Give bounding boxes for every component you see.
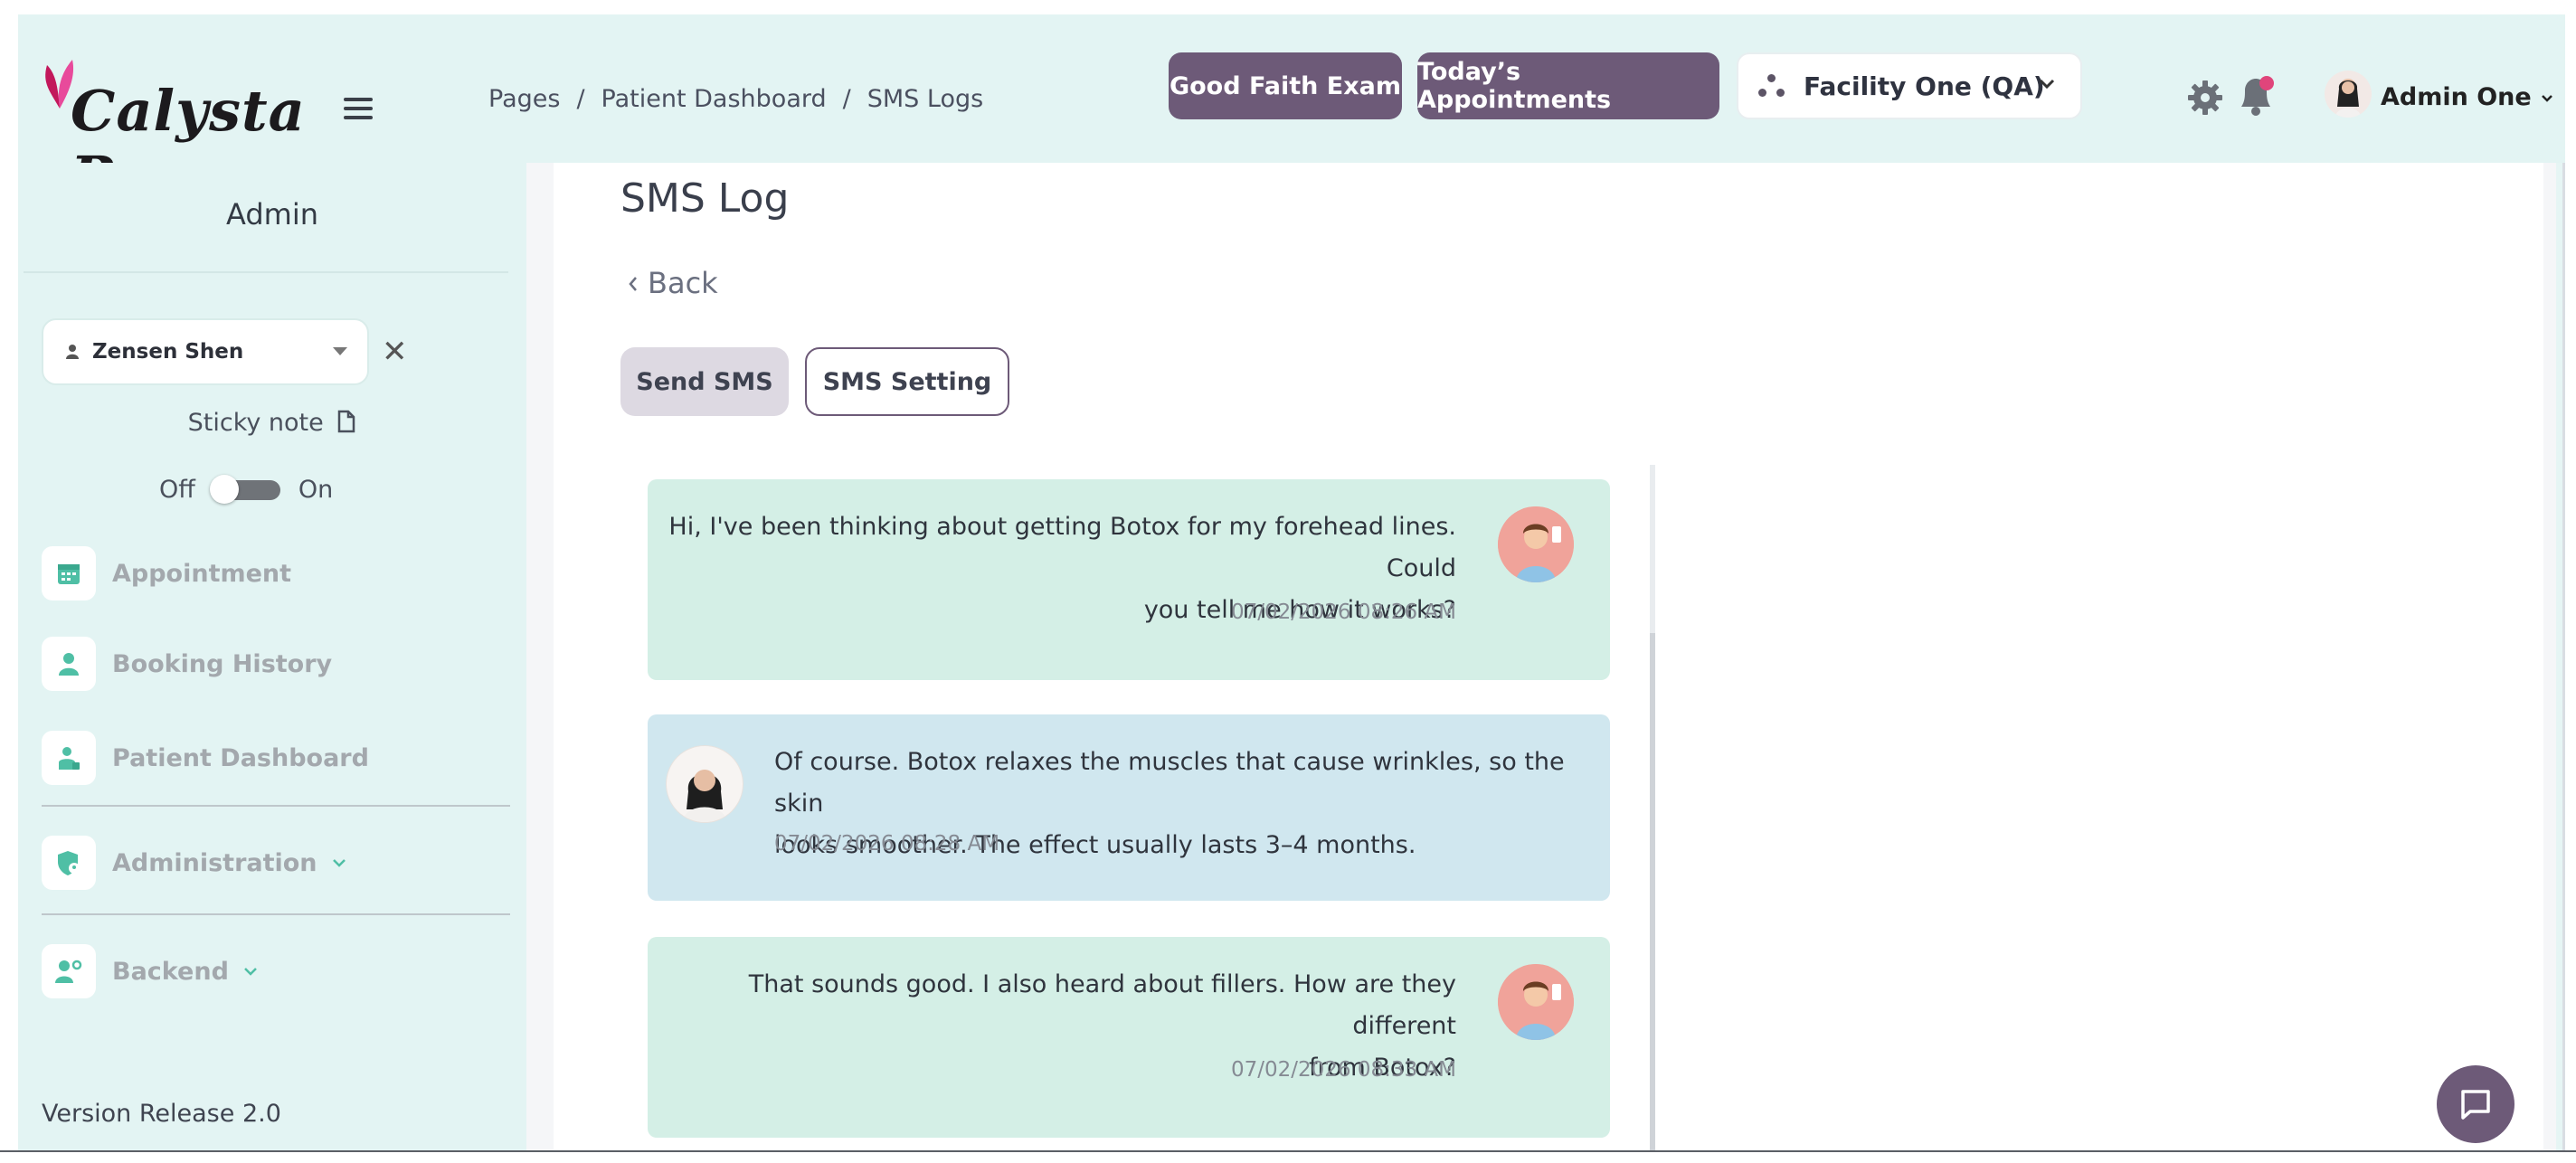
sms-log-card: SMS Log Back Send SMS SMS Setting Hi, I'… bbox=[554, 163, 2543, 1152]
sidebar-item-appointment[interactable]: Appointment bbox=[42, 546, 291, 600]
divider bbox=[42, 805, 510, 807]
top-header: Calysta Pro Pages / Patient Dashboard / … bbox=[18, 14, 2565, 210]
breadcrumb-pages[interactable]: Pages bbox=[488, 85, 560, 113]
shield-user-icon bbox=[42, 836, 96, 890]
sticky-note-toggle-row: Off On bbox=[159, 474, 334, 504]
sidebar-item-label: Patient Dashboard bbox=[112, 743, 369, 772]
back-link[interactable]: Back bbox=[626, 266, 718, 300]
sticky-note[interactable]: Sticky note bbox=[18, 409, 526, 437]
calendar-icon bbox=[42, 546, 96, 600]
document-icon bbox=[338, 410, 355, 433]
caret-down-icon bbox=[333, 347, 347, 355]
chevron-down-icon bbox=[332, 859, 346, 867]
chevron-left-icon bbox=[629, 277, 637, 291]
facility-icon bbox=[1757, 72, 1787, 99]
gear-icon[interactable] bbox=[2187, 80, 2223, 116]
sidebar-item-label: Booking History bbox=[112, 649, 333, 678]
main-content: SMS Log Back Send SMS SMS Setting Hi, I'… bbox=[526, 163, 2556, 1152]
patient-avatar bbox=[1498, 964, 1574, 1040]
sidebar-item-backend[interactable]: Backend bbox=[42, 944, 260, 998]
patient-name: Zensen Shen bbox=[92, 340, 244, 364]
facility-select[interactable]: Facility One (QA) bbox=[1737, 52, 2082, 119]
chevron-down-icon bbox=[244, 968, 257, 976]
chevron-down-icon bbox=[2039, 79, 2055, 90]
bottom-border bbox=[0, 1150, 2576, 1152]
message-timestamp: 07/02/2026 08:26 AM bbox=[1230, 600, 1456, 624]
sidebar-item-booking-history[interactable]: Booking History bbox=[42, 637, 332, 691]
patient-select[interactable]: Zensen Shen bbox=[42, 318, 369, 385]
admin-avatar bbox=[666, 745, 743, 823]
sidebar-title: Admin bbox=[226, 197, 318, 232]
sticky-note-toggle[interactable] bbox=[209, 474, 280, 504]
facility-value: Facility One (QA) bbox=[1804, 71, 2045, 101]
sticky-note-label: Sticky note bbox=[187, 409, 324, 437]
sidebar-item-label: Administration bbox=[112, 848, 317, 877]
patient-icon bbox=[42, 731, 96, 785]
sms-message-outgoing: Hi, I've been thinking about getting Bot… bbox=[648, 479, 1610, 680]
sidebar-item-label: Backend bbox=[112, 957, 229, 986]
sidebar-item-patient-dashboard[interactable]: Patient Dashboard bbox=[42, 731, 369, 785]
breadcrumb-patient-dashboard[interactable]: Patient Dashboard bbox=[601, 85, 827, 113]
notification-bell-icon[interactable] bbox=[2236, 74, 2278, 118]
app-logo[interactable]: Calysta Pro bbox=[29, 43, 336, 210]
toggle-off-label: Off bbox=[159, 476, 195, 504]
chevron-down-icon bbox=[2542, 95, 2553, 102]
divider bbox=[42, 913, 510, 915]
toggle-knob bbox=[209, 474, 239, 504]
sms-message-outgoing: That sounds good. I also heard about fil… bbox=[648, 937, 1610, 1138]
message-timestamp: 07/02/2026 08:28 AM bbox=[774, 832, 1000, 856]
toggle-on-label: On bbox=[298, 476, 334, 504]
patient-avatar bbox=[1498, 506, 1574, 582]
sms-message-incoming: Of course. Botox relaxes the muscles tha… bbox=[648, 714, 1610, 901]
page-title: SMS Log bbox=[620, 175, 790, 222]
sidebar-item-label: Appointment bbox=[112, 559, 292, 588]
users-gear-icon bbox=[42, 944, 96, 998]
todays-appointments-button[interactable]: Today’s Appointments bbox=[1417, 52, 1719, 119]
person-icon bbox=[42, 637, 96, 691]
chat-scrollbar-thumb[interactable] bbox=[1650, 633, 1655, 1152]
user-name: Admin One bbox=[2381, 83, 2532, 111]
chat-bubble-icon bbox=[2461, 1090, 2490, 1120]
breadcrumb-sms-logs: SMS Logs bbox=[867, 85, 984, 113]
person-icon bbox=[66, 345, 79, 359]
app-window: Calysta Pro Pages / Patient Dashboard / … bbox=[18, 14, 2565, 1152]
sidebar: Admin Zensen Shen ✕ Sticky note Off On A… bbox=[18, 163, 526, 1152]
user-menu[interactable]: Admin One bbox=[2381, 83, 2554, 111]
clear-patient-close-icon[interactable]: ✕ bbox=[382, 336, 408, 367]
breadcrumb: Pages / Patient Dashboard / SMS Logs bbox=[488, 85, 983, 113]
breadcrumb-separator: / bbox=[576, 85, 585, 113]
back-label: Back bbox=[648, 266, 718, 300]
hamburger-menu-icon[interactable] bbox=[344, 98, 373, 121]
breadcrumb-separator: / bbox=[842, 85, 851, 113]
user-avatar[interactable] bbox=[2325, 71, 2372, 118]
chat-support-button[interactable] bbox=[2437, 1065, 2514, 1143]
good-faith-exam-button[interactable]: Good Faith Exam bbox=[1169, 52, 1402, 119]
divider bbox=[24, 271, 508, 273]
tab-sms-setting[interactable]: SMS Setting bbox=[805, 347, 1009, 416]
sidebar-item-administration[interactable]: Administration bbox=[42, 836, 348, 890]
tab-send-sms[interactable]: Send SMS bbox=[620, 347, 789, 416]
message-timestamp: 07/02/2026 08:33 AM bbox=[1230, 1058, 1456, 1082]
version-label: Version Release 2.0 bbox=[42, 1100, 281, 1128]
